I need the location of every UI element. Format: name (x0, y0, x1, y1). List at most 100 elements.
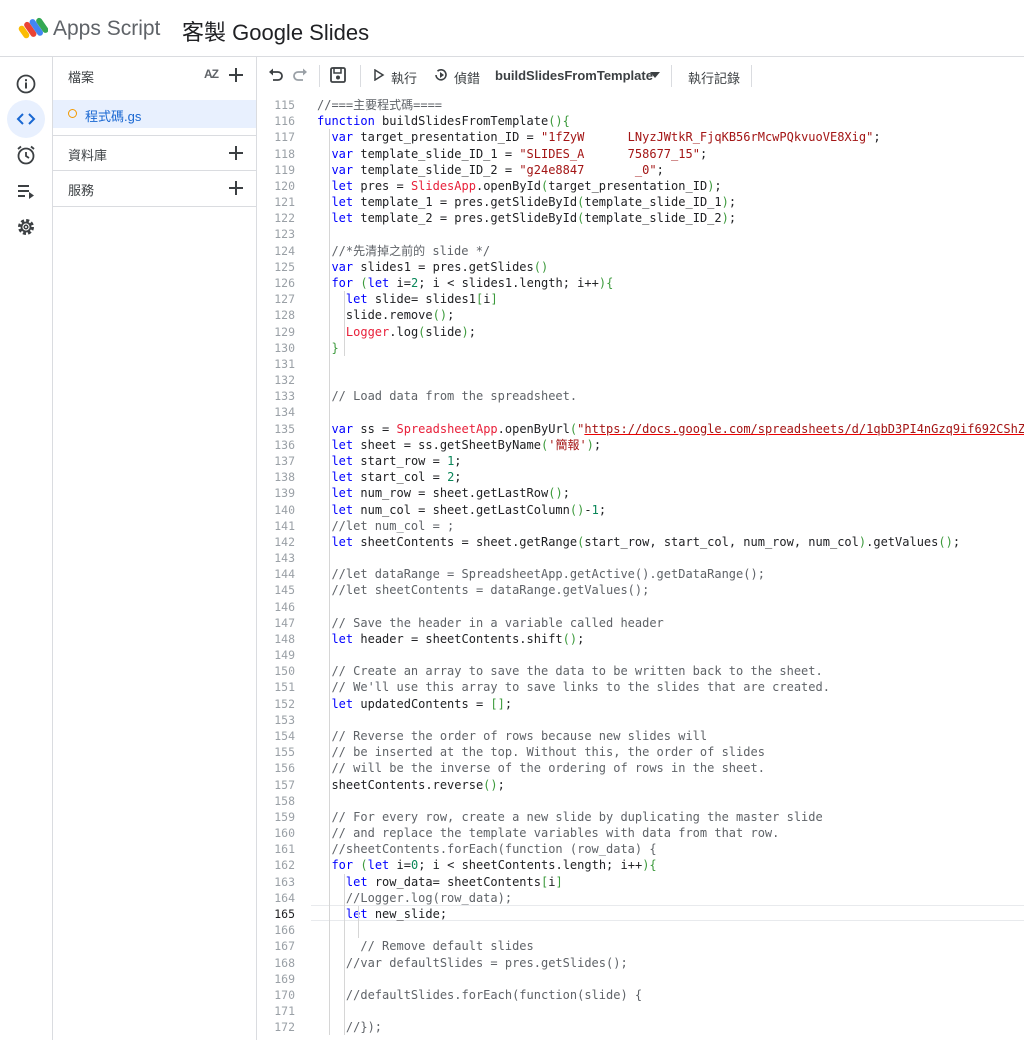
code-line[interactable]: 136 let sheet = ss.getSheetByName('簡報'); (257, 437, 1024, 453)
code-line[interactable]: 160 // and replace the template variable… (257, 825, 1024, 841)
code-line[interactable]: 150 // Create an array to save the data … (257, 663, 1024, 679)
execution-log-button[interactable]: 執行記錄 (688, 68, 740, 87)
editor-button[interactable] (7, 100, 45, 138)
code-line[interactable]: 140 let num_col = sheet.getLastColumn()-… (257, 502, 1024, 518)
add-file-icon[interactable] (226, 65, 246, 85)
code-text: let template_1 = pres.getSlideById(templ… (331, 195, 737, 210)
code-line[interactable]: 164 //Logger.log(row_data); (257, 890, 1024, 906)
files-panel: 檔案 AZ 程式碼.gs 資料庫 服務 (53, 57, 257, 1040)
code-line[interactable]: 165 let new_slide; (257, 906, 1024, 922)
code-line[interactable]: 162 for (let i=0; i < sheetContents.leng… (257, 857, 1024, 873)
files-title: 檔案 (68, 70, 95, 85)
line-number: 125 (274, 259, 295, 274)
code-line[interactable]: 143 (257, 550, 1024, 566)
code-line[interactable]: 169 (257, 971, 1024, 987)
apps-script-logo-icon[interactable] (18, 16, 48, 40)
code-text: let new_slide; (345, 907, 448, 921)
code-line[interactable]: 124 //*先清掉之前的 slide */ (257, 243, 1024, 259)
code-line[interactable]: 130 } (257, 340, 1024, 356)
code-line[interactable]: 116 function buildSlidesFromTemplate(){ (257, 113, 1024, 129)
code-line[interactable]: 172 //}); (257, 1019, 1024, 1035)
save-icon[interactable] (329, 66, 347, 84)
settings-button[interactable] (7, 208, 45, 246)
code-line[interactable]: 133 // Load data from the spreadsheet. (257, 388, 1024, 404)
code-line[interactable]: 132 (257, 372, 1024, 388)
add-service-icon[interactable] (226, 178, 246, 198)
line-number: 159 (274, 809, 295, 824)
code-line[interactable]: 166 (257, 922, 1024, 938)
code-text: // For every row, create a new slide by … (331, 809, 823, 824)
line-number: 153 (274, 712, 295, 727)
code-line[interactable]: 128 slide.remove(); (257, 307, 1024, 323)
code-line[interactable]: 126 for (let i=2; i < slides1.length; i+… (257, 275, 1024, 291)
code-line[interactable]: 120 let pres = SlidesApp.openById(target… (257, 178, 1024, 194)
code-line[interactable]: 118 var template_slide_ID_1 = "SLIDES_A … (257, 146, 1024, 162)
code-text: //let sheetContents = dataRange.getValue… (331, 583, 650, 598)
code-text: sheetContents.reverse(); (317, 777, 505, 792)
code-line[interactable]: 139 let num_row = sheet.getLastRow(); (257, 485, 1024, 501)
code-line[interactable]: 134 (257, 404, 1024, 420)
code-line[interactable]: 148 let header = sheetContents.shift(); (257, 631, 1024, 647)
code-line[interactable]: 137 let start_row = 1; (257, 453, 1024, 469)
code-line[interactable]: 168 //var defaultSlides = pres.getSlides… (257, 955, 1024, 971)
code-line[interactable]: 152 let updatedContents = []; (257, 696, 1024, 712)
code-line[interactable]: 144 //let dataRange = SpreadsheetApp.get… (257, 566, 1024, 582)
sort-az-icon[interactable]: AZ (204, 67, 219, 81)
code-line[interactable]: 159 // For every row, create a new slide… (257, 809, 1024, 825)
code-line[interactable]: 131 (257, 356, 1024, 372)
line-number: 149 (274, 648, 295, 663)
code-text: //===主要程式碼==== (317, 98, 443, 112)
libraries-section[interactable]: 資料庫 (53, 135, 256, 171)
line-number: 143 (274, 551, 295, 566)
code-line[interactable]: 129 Logger.log(slide); (257, 324, 1024, 340)
code-line[interactable]: 142 let sheetContents = sheet.getRange(s… (257, 534, 1024, 550)
code-line[interactable]: 127 let slide= slides1[i] (257, 291, 1024, 307)
code-line[interactable]: 151 // We'll use this array to save link… (257, 679, 1024, 695)
redo-icon[interactable] (291, 66, 309, 84)
undo-icon[interactable] (267, 66, 285, 84)
code-line[interactable]: 155 // be inserted at the top. Without t… (257, 744, 1024, 760)
code-line[interactable]: 123 (257, 226, 1024, 242)
services-section[interactable]: 服務 (53, 170, 256, 206)
overview-button[interactable] (7, 65, 45, 103)
code-line[interactable]: 154 // Reverse the order of rows because… (257, 728, 1024, 744)
code-line[interactable]: 163 let row_data= sheetContents[i] (257, 874, 1024, 890)
code-editor[interactable]: 115 //===主要程式碼==== 116 function buildSlides… (257, 94, 1024, 1040)
code-line[interactable]: 141 //let num_col = ; (257, 518, 1024, 534)
services-label: 服務 (68, 183, 95, 198)
code-line[interactable]: 153 (257, 712, 1024, 728)
project-title[interactable]: 客製 Google Slides (182, 15, 369, 47)
code-text: let start_row = 1; (331, 453, 462, 468)
code-line[interactable]: 161 //sheetContents.forEach(function (ro… (257, 841, 1024, 857)
app-name[interactable]: Apps Script (53, 17, 160, 41)
code-text: // Remove default slides (360, 939, 534, 954)
add-library-icon[interactable] (226, 143, 246, 163)
code-line[interactable]: 122 let template_2 = pres.getSlideById(t… (257, 210, 1024, 226)
code-line[interactable]: 158 (257, 793, 1024, 809)
code-line[interactable]: 145 //let sheetContents = dataRange.getV… (257, 582, 1024, 598)
indent-guide (329, 129, 331, 1036)
file-item[interactable]: 程式碼.gs (53, 100, 256, 128)
code-line[interactable]: 119 var template_slide_ID_2 = "g24e8847 … (257, 162, 1024, 178)
code-line[interactable]: 157 sheetContents.reverse(); (257, 777, 1024, 793)
line-number: 172 (274, 1020, 295, 1035)
function-name: buildSlidesFromTemplate (495, 68, 653, 83)
code-text: //var defaultSlides = pres.getSlides(); (345, 955, 628, 970)
code-line[interactable]: 146 (257, 599, 1024, 615)
code-line[interactable]: 138 let start_col = 2; (257, 469, 1024, 485)
code-line[interactable]: 135 var ss = SpreadsheetApp.openByUrl("h… (257, 421, 1024, 437)
code-line[interactable]: 149 (257, 647, 1024, 663)
code-line[interactable]: 115 //===主要程式碼==== (257, 97, 1024, 113)
code-line[interactable]: 156 // will be the inverse of the orderi… (257, 760, 1024, 776)
code-line[interactable]: 125 var slides1 = pres.getSlides() (257, 259, 1024, 275)
code-line[interactable]: 147 // Save the header in a variable cal… (257, 615, 1024, 631)
code-line[interactable]: 167 // Remove default slides (257, 938, 1024, 954)
code-line[interactable]: 117 var target_presentation_ID = "1fZyW … (257, 129, 1024, 145)
line-number: 138 (274, 470, 295, 485)
executions-button[interactable] (7, 172, 45, 210)
line-number: 119 (274, 162, 295, 177)
code-line[interactable]: 171 (257, 1003, 1024, 1019)
code-line[interactable]: 121 let template_1 = pres.getSlideById(t… (257, 194, 1024, 210)
code-line[interactable]: 170 //defaultSlides.forEach(function(sli… (257, 987, 1024, 1003)
triggers-button[interactable] (7, 136, 45, 174)
